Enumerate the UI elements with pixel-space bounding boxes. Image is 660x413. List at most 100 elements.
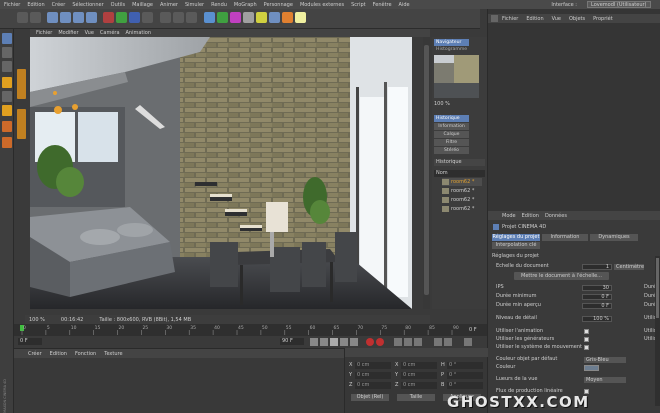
scale-icon[interactable] bbox=[73, 12, 84, 23]
history-item[interactable]: room62 * bbox=[442, 205, 482, 213]
menu-selectionner[interactable]: Sélectionner bbox=[72, 2, 103, 8]
nav-zoom[interactable]: 100 % bbox=[434, 101, 464, 108]
x-axis-icon[interactable] bbox=[103, 12, 114, 23]
edges-mode-icon[interactable] bbox=[2, 91, 12, 102]
z-axis-icon[interactable] bbox=[129, 12, 140, 23]
size-z-input[interactable]: 0 cm bbox=[401, 382, 437, 389]
key-scale-icon[interactable] bbox=[404, 338, 412, 346]
model-mode-icon[interactable] bbox=[2, 33, 12, 44]
obj-menu-edition[interactable]: Edition bbox=[526, 16, 543, 22]
pos-y-input[interactable]: 0 cm bbox=[355, 372, 391, 379]
polygons-mode-icon[interactable] bbox=[2, 105, 12, 116]
obj-menu-objets[interactable]: Objets bbox=[569, 16, 585, 22]
history-item[interactable]: room62 * bbox=[442, 187, 482, 195]
history-item[interactable]: room62 * bbox=[442, 196, 482, 204]
mat-menu-edition[interactable]: Edition bbox=[50, 351, 67, 357]
render-picture-icon[interactable] bbox=[173, 12, 184, 23]
obj-menu-vue[interactable]: Vue bbox=[552, 16, 561, 22]
size-mode-dropdown[interactable]: Taille bbox=[397, 394, 435, 401]
workplane-icon[interactable] bbox=[2, 137, 12, 148]
scroll-thumb[interactable] bbox=[424, 45, 429, 295]
y-axis-icon[interactable] bbox=[116, 12, 127, 23]
mat-menu-fonction[interactable]: Fonction bbox=[75, 351, 96, 357]
use-motion-checkbox[interactable] bbox=[584, 345, 589, 350]
points-mode-icon[interactable] bbox=[2, 77, 12, 88]
menu-edition[interactable]: Edition bbox=[27, 2, 44, 8]
vp-menu-vue[interactable]: Vue bbox=[85, 30, 94, 36]
obj-menu-proprietes[interactable]: Propriét bbox=[593, 16, 613, 22]
menu-creer[interactable]: Créer bbox=[52, 2, 66, 8]
size-x-input[interactable]: 0 cm bbox=[401, 362, 437, 369]
cube-icon[interactable] bbox=[204, 12, 215, 23]
size-y-input[interactable]: 0 cm bbox=[401, 372, 437, 379]
tab-interpolation[interactable]: Interpolation clé bbox=[492, 242, 540, 249]
scene-icon[interactable] bbox=[269, 12, 280, 23]
menu-fichier[interactable]: Fichier bbox=[4, 2, 20, 8]
attr-menu-edition[interactable]: Edition bbox=[522, 213, 539, 219]
color-dropdown[interactable]: Gris-Bleu bbox=[584, 356, 626, 363]
pos-z-input[interactable]: 0 cm bbox=[355, 382, 391, 389]
tab-information[interactable]: Information bbox=[542, 234, 588, 241]
redo-icon[interactable] bbox=[30, 12, 41, 23]
menu-personnage[interactable]: Personnage bbox=[264, 2, 293, 8]
use-generators-checkbox[interactable] bbox=[584, 337, 589, 342]
color-swatch[interactable] bbox=[584, 364, 599, 371]
timeline-options-icon[interactable] bbox=[464, 338, 472, 346]
interface-dropdown[interactable]: Lovemodl (Utilisateur) bbox=[587, 1, 651, 8]
select-icon[interactable] bbox=[47, 12, 58, 23]
menu-aide[interactable]: Aide bbox=[399, 2, 410, 8]
menu-script[interactable]: Script bbox=[351, 2, 366, 8]
tab-calque[interactable]: Calque bbox=[434, 131, 469, 138]
rot-p-input[interactable]: 0 ° bbox=[447, 372, 483, 379]
viewport-scrollbar[interactable] bbox=[423, 37, 430, 309]
move-icon[interactable] bbox=[60, 12, 71, 23]
menu-rendu[interactable]: Rendu bbox=[211, 2, 227, 8]
attr-menu-mode[interactable]: Mode bbox=[502, 213, 516, 219]
tab-historique[interactable]: Historique bbox=[434, 115, 469, 122]
mat-menu-creer[interactable]: Créer bbox=[28, 351, 42, 357]
mat-menu-texture[interactable]: Texture bbox=[104, 351, 122, 357]
tab-filtre[interactable]: Filtre bbox=[434, 139, 469, 146]
undo-icon[interactable] bbox=[17, 12, 28, 23]
history-item[interactable]: room62 * bbox=[442, 178, 482, 186]
menu-animer[interactable]: Animer bbox=[160, 2, 178, 8]
tab-dynamiques[interactable]: Dynamiques bbox=[590, 234, 638, 241]
tab-navigateur[interactable]: Navigateur bbox=[434, 39, 469, 46]
attributes-scrollbar[interactable] bbox=[655, 256, 660, 406]
coord-mode-dropdown[interactable]: Objet (Rel) bbox=[351, 394, 389, 401]
play-icon[interactable] bbox=[330, 338, 338, 346]
key-rotate-icon[interactable] bbox=[414, 338, 422, 346]
key-move-icon[interactable] bbox=[394, 338, 402, 346]
menu-fenetre[interactable]: Fenêtre bbox=[373, 2, 392, 8]
key-param-icon[interactable] bbox=[434, 338, 442, 346]
lod-input[interactable]: 100 % bbox=[582, 315, 612, 322]
texture-mode-icon[interactable] bbox=[2, 61, 12, 72]
object-mode-icon[interactable] bbox=[2, 47, 12, 58]
preview-min-input[interactable]: 0 F bbox=[582, 302, 612, 309]
coord-system-icon[interactable] bbox=[142, 12, 153, 23]
prev-frame-icon[interactable] bbox=[320, 338, 328, 346]
dock-tab-icon[interactable] bbox=[17, 69, 26, 99]
frame-start-input[interactable]: 0 F bbox=[18, 338, 42, 345]
panel-menu-icon[interactable] bbox=[491, 15, 498, 22]
spline-icon[interactable] bbox=[230, 12, 241, 23]
frame-end-input[interactable]: 90 F bbox=[280, 338, 304, 345]
rot-b-input[interactable]: 0 ° bbox=[447, 382, 483, 389]
timeline-ruler[interactable]: 0 5 10 15 20 25 30 35 40 45 50 55 60 65 70 75 80 85 90 0 F bbox=[14, 324, 487, 336]
tab-stereo[interactable]: Stéréo bbox=[434, 147, 469, 154]
render-settings-icon[interactable] bbox=[186, 12, 197, 23]
render-view-icon[interactable] bbox=[160, 12, 171, 23]
dock-tab-icon[interactable] bbox=[17, 109, 26, 139]
vp-menu-fichier[interactable]: Fichier bbox=[36, 30, 52, 36]
key-pla-icon[interactable] bbox=[444, 338, 452, 346]
rot-h-input[interactable]: 0 ° bbox=[447, 362, 483, 369]
menu-simuler[interactable]: Simuler bbox=[185, 2, 204, 8]
scroll-thumb[interactable] bbox=[656, 258, 659, 318]
vp-menu-animation[interactable]: Animation bbox=[126, 30, 152, 36]
autokey-icon[interactable] bbox=[376, 338, 384, 346]
record-icon[interactable] bbox=[366, 338, 374, 346]
scale-unit-dropdown[interactable]: Centimètre bbox=[614, 263, 644, 270]
snap-icon[interactable] bbox=[2, 121, 12, 132]
attr-menu-donnees[interactable]: Données bbox=[545, 213, 567, 219]
array-icon[interactable] bbox=[243, 12, 254, 23]
